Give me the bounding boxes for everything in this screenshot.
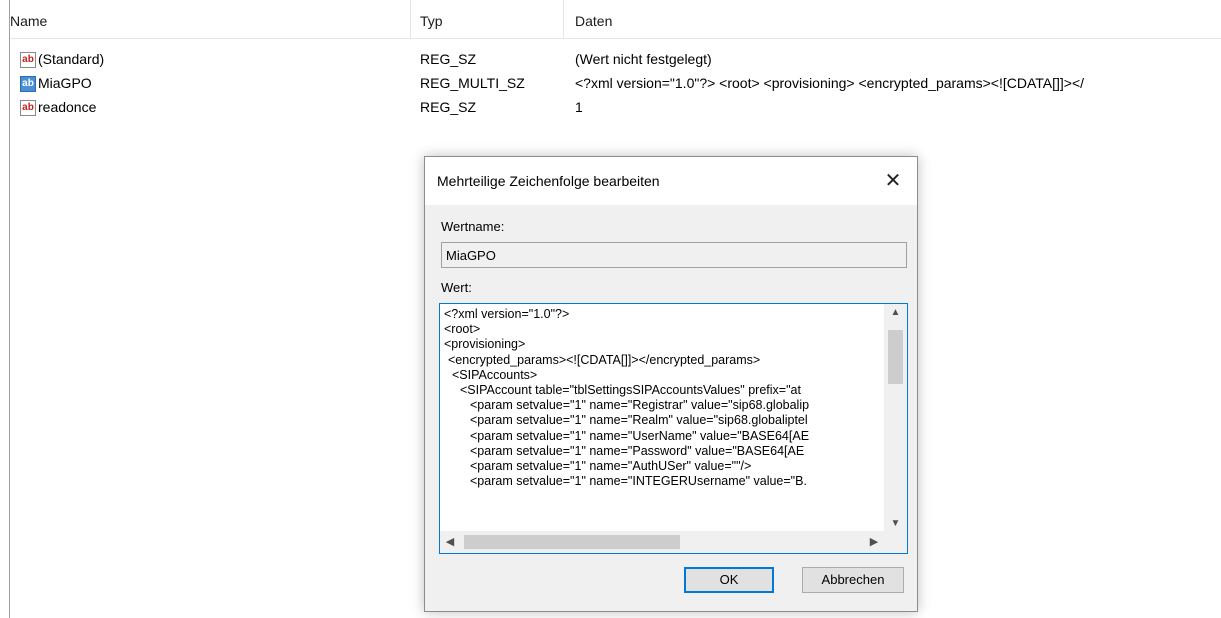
value-name-field: MiaGPO [441,242,907,268]
list-item-miagpo[interactable]: ab MiaGPO REG_MULTI_SZ <?xml version="1.… [10,72,1221,96]
value-name-label: Wertname: [441,219,505,234]
multi-string-value-icon: ab [20,76,36,92]
vertical-scrollbar[interactable]: ▲ ▼ [884,304,907,532]
value-line: <param setvalue="1" name="Registrar" val… [470,398,810,413]
value-line: <provisioning> [444,337,526,352]
value-line: <param setvalue="1" name="INTEGERUsernam… [470,474,807,489]
list-item-standard[interactable]: ab (Standard) REG_SZ (Wert nicht festgel… [10,48,1221,72]
value-line: <encrypted_params><![CDATA[]]></encrypte… [448,352,761,367]
close-icon[interactable]: ✕ [879,167,907,195]
scrollbar-corner [884,531,907,553]
value-name: (Standard) [38,51,105,67]
value-data: <?xml version="1.0"?> <root> <provisioni… [575,75,1085,91]
list-item-readonce[interactable]: ab readonce REG_SZ 1 [10,96,1221,120]
value-line: <param setvalue="1" name="Realm" value="… [470,413,808,428]
horizontal-scroll-thumb[interactable] [464,535,680,549]
column-header-type[interactable]: Typ [420,13,443,29]
column-separator[interactable] [563,0,564,38]
scroll-left-arrow-icon[interactable]: ◀ [440,531,460,553]
value-text-lines[interactable]: <?xml version="1.0"?> <root> <provisioni… [444,307,880,533]
value-data: 1 [575,99,583,115]
scroll-right-arrow-icon[interactable]: ▶ [864,531,884,553]
string-value-icon: ab [20,52,36,68]
value-textarea[interactable]: <?xml version="1.0"?> <root> <provisioni… [439,303,908,554]
value-line: <SIPAccounts> [452,367,538,382]
horizontal-scrollbar[interactable]: ◀ ▶ [440,531,884,553]
ok-button[interactable]: OK [684,567,774,593]
value-type: REG_SZ [420,99,477,115]
dialog-title: Mehrteilige Zeichenfolge bearbeiten [437,173,660,189]
registry-editor-screen: Name Typ Daten ab (Standard) REG_SZ (Wer… [0,0,1221,618]
scroll-up-arrow-icon[interactable]: ▲ [884,304,907,321]
scroll-down-arrow-icon[interactable]: ▼ [884,515,907,532]
value-line: <param setvalue="1" name="AuthUSer" valu… [470,459,752,474]
value-line: <param setvalue="1" name="UserName" valu… [470,428,810,443]
value-label: Wert: [441,280,472,295]
column-separator[interactable] [410,0,411,38]
value-line: <SIPAccount table="tblSettingsSIPAccount… [460,383,801,398]
list-header: Name Typ Daten [10,0,1221,39]
column-header-name[interactable]: Name [10,13,47,29]
edit-multi-string-dialog: Mehrteilige Zeichenfolge bearbeiten ✕ We… [424,156,918,612]
value-line: <param setvalue="1" name="Password" valu… [470,443,805,458]
value-line: <root> [444,322,481,337]
value-type: REG_SZ [420,51,477,67]
string-value-icon: ab [20,100,36,116]
value-type: REG_MULTI_SZ [420,75,525,91]
column-header-data[interactable]: Daten [575,13,612,29]
value-data: (Wert nicht festgelegt) [575,51,712,67]
dialog-titlebar[interactable]: Mehrteilige Zeichenfolge bearbeiten ✕ [425,157,917,205]
cancel-button[interactable]: Abbrechen [802,567,904,593]
value-name: readonce [38,99,97,115]
vertical-scroll-thumb[interactable] [888,330,903,384]
value-line: <?xml version="1.0"?> [444,307,570,321]
value-name: MiaGPO [38,75,92,91]
